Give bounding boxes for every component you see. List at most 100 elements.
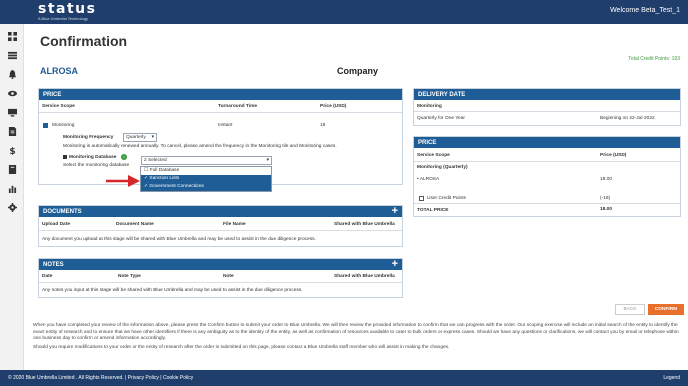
top-bar: status A Blue Umbrella Technology Welcom…: [0, 0, 688, 24]
credit-points: Total Credit Points: 193: [628, 56, 680, 62]
divider: [414, 203, 680, 204]
footer: © 2020 Blue Umbrella Limited . All Right…: [0, 370, 688, 386]
documents-note: Any document you upload at this stage wi…: [42, 237, 316, 242]
sidebar-item-library[interactable]: [0, 160, 24, 178]
logo-tagline: A Blue Umbrella Technology: [38, 16, 88, 21]
database-note: Select the monitoring database: [63, 163, 130, 168]
document-icon: [8, 126, 16, 136]
documents-title-text: DOCUMENTS: [43, 209, 82, 215]
delivery-date: Beginning on 22-Jul-2022: [600, 116, 655, 121]
dashboard-icon: [7, 31, 17, 41]
credit-points-checkbox[interactable]: [419, 196, 424, 201]
total-value: 18.00: [600, 207, 613, 212]
database-label: Monitoring Database: [69, 155, 117, 160]
database-dropdown: ☐ Full Database ✓ Sanction Lists ✓ Gover…: [140, 166, 272, 192]
status-logo[interactable]: status A Blue Umbrella Technology: [38, 2, 96, 21]
sidebar-item-list[interactable]: [0, 46, 24, 64]
col-upload-date: Upload Date: [42, 222, 70, 227]
monitoring-scope: Monitoring: [52, 123, 75, 128]
add-document-plus-icon[interactable]: +: [392, 205, 398, 217]
logo-text: status: [38, 1, 97, 17]
price-panel-title: PRICE: [39, 89, 402, 100]
sidebar-item-dashboard[interactable]: [0, 27, 24, 45]
credit-label: User Credit Points: [427, 196, 466, 201]
credit-value: (-18): [600, 196, 611, 201]
database-select[interactable]: 2 Selected ▾: [141, 156, 272, 165]
col-document-name: Document Name: [116, 222, 154, 227]
col-file-name: File Name: [223, 222, 246, 227]
monitor-icon: [7, 108, 17, 117]
sidebar-item-monitoring[interactable]: [0, 84, 24, 102]
delivery-service: Monitoring: [417, 104, 442, 109]
legend-link[interactable]: Legend: [663, 375, 680, 381]
add-note-plus-icon[interactable]: +: [392, 258, 398, 270]
unchecked-box-icon: ☐: [144, 168, 149, 173]
sidebar-item-reports[interactable]: [0, 122, 24, 140]
book-icon: [8, 164, 16, 174]
frequency-label: Monitoring Frequency: [63, 135, 114, 140]
sidebar-item-billing[interactable]: $: [0, 141, 24, 159]
sidebar-item-alerts[interactable]: [0, 65, 24, 83]
info-icon[interactable]: i: [121, 154, 127, 160]
col-service-scope: Service Scope: [417, 153, 450, 158]
sidebar-item-screen[interactable]: [0, 103, 24, 121]
total-label: TOTAL PRICE: [417, 208, 449, 213]
notes-note: Any notes you input at this stage will b…: [42, 288, 303, 293]
frequency-value: Quarterly: [126, 135, 146, 140]
divider: [39, 112, 402, 113]
notes-panel-title: NOTES +: [39, 258, 402, 270]
col-shared: Shared with Blue Umbrella: [334, 274, 395, 279]
dollar-icon: $: [9, 147, 15, 155]
chevron-down-icon: ▾: [151, 135, 154, 140]
option-label: Sanction Lists: [149, 176, 180, 181]
entity-name: ALROSA: [40, 66, 78, 76]
documents-panel-title: DOCUMENTS +: [39, 205, 402, 217]
eye-icon: [7, 90, 17, 96]
delivery-frequency: Quarterly for One Year: [417, 116, 465, 121]
gear-icon: [7, 202, 17, 212]
back-button[interactable]: BACK: [615, 304, 645, 315]
summary-group: Monitoring (Quarterly): [417, 165, 468, 170]
entity-type: Company: [337, 66, 379, 76]
option-full-database[interactable]: ☐ Full Database: [141, 167, 271, 175]
option-label: Full Database: [149, 168, 180, 173]
col-turnaround: Turnaround Time: [218, 104, 257, 109]
monitoring-turnaround: Instant: [218, 123, 233, 128]
check-icon: ✓: [144, 176, 149, 181]
divider: [414, 111, 680, 112]
confirm-button[interactable]: CONFIRM: [648, 304, 684, 315]
notes-title-text: NOTES: [43, 262, 64, 268]
divider: [414, 161, 680, 162]
price-summary-panel: PRICE Service Scope Price (USD) Monitori…: [413, 136, 681, 217]
notes-panel: NOTES + Date Note Type Note Shared with …: [38, 258, 403, 298]
monitoring-checkbox[interactable]: [43, 123, 48, 128]
database-value: 2 Selected: [144, 158, 167, 163]
col-service-scope: Service Scope: [42, 104, 75, 109]
col-note-type: Note Type: [118, 274, 141, 279]
sidebar-item-analytics[interactable]: [0, 179, 24, 197]
documents-panel: DOCUMENTS + Upload Date Document Name Fi…: [38, 205, 403, 247]
notice-paragraph-1: When you have completed your review of t…: [33, 323, 679, 341]
sidebar-item-settings[interactable]: [0, 198, 24, 216]
bar-chart-icon: [8, 185, 16, 193]
welcome-user-menu[interactable]: Welcome Beta_Test_1: [610, 7, 680, 14]
option-sanction-lists[interactable]: ✓ Sanction Lists: [141, 175, 271, 183]
svg-text:$: $: [9, 147, 15, 155]
red-arrow-icon: [106, 175, 140, 187]
delivery-date-panel: DELIVERY DATE Monitoring Quarterly for O…: [413, 88, 681, 126]
col-shared: Shared with Blue Umbrella: [334, 222, 395, 227]
divider: [39, 230, 402, 231]
col-date: Date: [42, 274, 53, 279]
option-government-connections[interactable]: ✓ Government Connections: [141, 183, 271, 191]
chevron-down-icon: ▾: [266, 158, 269, 163]
frequency-note: Monitoring is automatically renewed annu…: [63, 144, 337, 149]
sidebar: $: [0, 24, 24, 370]
database-square-icon: [63, 155, 67, 159]
footer-copyright-links[interactable]: © 2020 Blue Umbrella Limited . All Right…: [8, 375, 193, 381]
list-icon: [7, 51, 17, 59]
frequency-select[interactable]: Quarterly ▾: [123, 133, 157, 142]
option-label: Government Connections: [149, 184, 204, 189]
delivery-panel-title: DELIVERY DATE: [414, 89, 680, 100]
summary-item: • ALROSA: [417, 177, 440, 182]
divider: [39, 282, 402, 283]
